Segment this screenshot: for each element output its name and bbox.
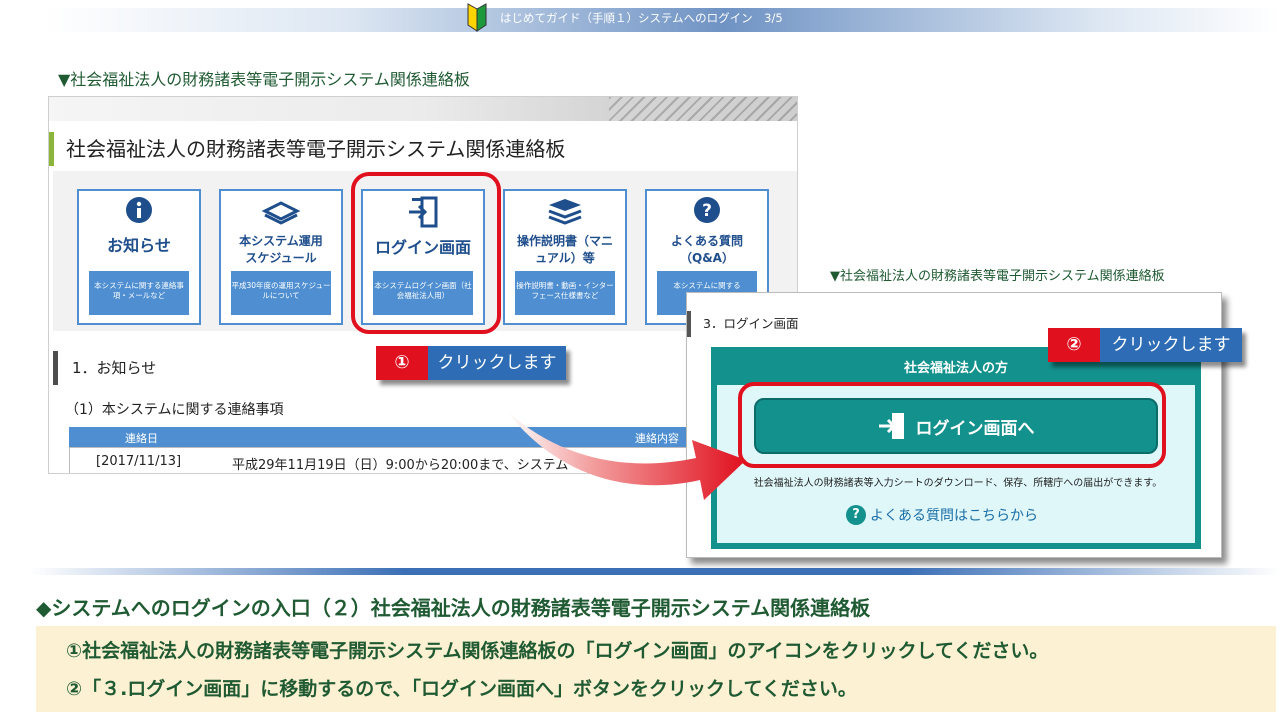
- login-description: 社会福祉法人の財務諸表等入力シートのダウンロード、保存、所轄庁への届出ができます…: [753, 478, 1163, 489]
- curved-arrow-icon: [506, 410, 746, 500]
- tile-subtitle: 本システムに関する連絡事項・メールなど: [89, 271, 189, 315]
- instructions-box: ①社会福祉法人の財務諸表等電子開示システム関係連絡板の「ログイン画面」のアイコン…: [36, 626, 1276, 712]
- bulletin-title: 社会福祉法人の財務諸表等電子開示システム関係連絡板: [49, 132, 797, 166]
- callout-step-2: ② クリックします: [1048, 328, 1242, 362]
- callout-label: クリックします: [1100, 328, 1242, 362]
- caption-bulletin: ▼社会福祉法人の財務諸表等電子開示システム関係連絡板: [58, 70, 470, 89]
- books-stack-icon: [505, 195, 625, 229]
- callout-label: クリックします: [428, 346, 566, 380]
- book-icon: [221, 195, 341, 229]
- header-title: はじめてガイド（手順１）システムへのログイン 3/5: [500, 11, 783, 25]
- divider: [30, 568, 1280, 575]
- question-icon: ?: [846, 505, 866, 525]
- tile-schedule[interactable]: 本システム運用スケジュール 平成30年度の運用スケジュールについて: [219, 189, 343, 325]
- login-button[interactable]: ログイン画面へ: [754, 398, 1158, 454]
- column-date: 連絡日: [125, 432, 158, 445]
- instruction-step-1: ①社会福祉法人の財務諸表等電子開示システム関係連絡板の「ログイン画面」のアイコン…: [66, 640, 1049, 662]
- tile-subtitle: 平成30年度の運用スケジュールについて: [231, 271, 331, 315]
- tile-title: お知らせ: [107, 236, 171, 255]
- question-icon: ?: [647, 195, 767, 229]
- news-subtitle: （1）本システムに関する連絡事項: [65, 402, 284, 418]
- instructions-title: ◆システムへのログインの入口（２）社会福祉法人の財務諸表等電子開示システム関係連…: [36, 596, 871, 620]
- tile-subtitle: 操作説明書・動画・インターフェース仕様書など: [515, 271, 615, 315]
- bulletin-banner: [49, 97, 797, 121]
- faq-link[interactable]: ? よくある質問はこちらから: [846, 505, 1038, 525]
- beginner-mark-icon: [467, 3, 487, 32]
- tile-news[interactable]: お知らせ 本システムに関する連絡事項・メールなど: [77, 189, 201, 325]
- callout-step-1: ① クリックします: [376, 346, 566, 380]
- tile-title: よくある質問（Q&A）: [670, 234, 743, 265]
- callout-number: ①: [376, 346, 428, 380]
- guide-slide: はじめてガイド（手順１）システムへのログイン 3/5 ▼社会福祉法人の財務諸表等…: [0, 0, 1280, 720]
- login-door-icon: [878, 413, 904, 439]
- faq-link-label: よくある質問はこちらから: [870, 508, 1038, 524]
- highlight-login-tile: [351, 172, 501, 334]
- row-date: [2017/11/13]: [96, 454, 182, 469]
- info-icon: [79, 195, 199, 229]
- caption-login: ▼社会福祉法人の財務諸表等電子開示システム関係連絡板: [830, 269, 1165, 284]
- instruction-step-2: ②「３.ログイン画面」に移動するので、「ログイン画面へ」ボタンをクリックしてくだ…: [66, 678, 857, 700]
- callout-number: ②: [1048, 328, 1100, 362]
- svg-text:?: ?: [702, 201, 712, 221]
- tile-title: 操作説明書（マニュアル）等: [516, 234, 613, 265]
- login-button-label: ログイン画面へ: [915, 418, 1035, 439]
- tile-title: 本システム運用スケジュール: [239, 234, 323, 265]
- tile-manual[interactable]: 操作説明書（マニュアル）等 操作説明書・動画・インターフェース仕様書など: [503, 189, 627, 325]
